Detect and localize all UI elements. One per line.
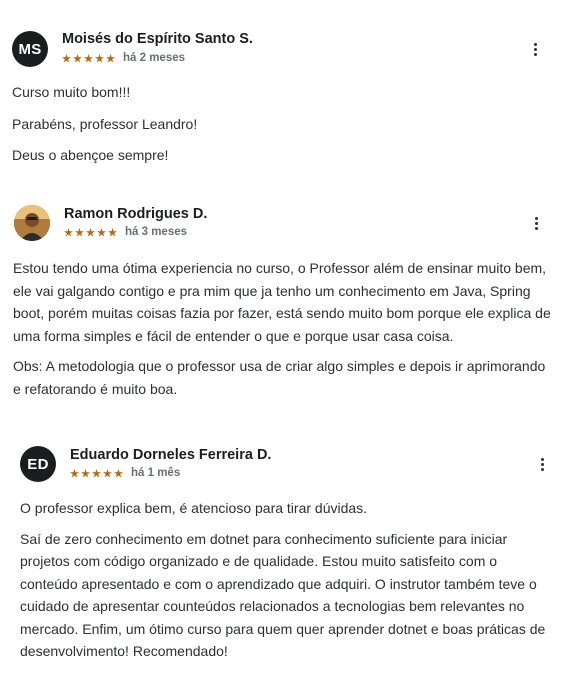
review-meta: há 1 mês <box>70 467 180 479</box>
avatar: ED <box>20 446 56 482</box>
star-icon <box>92 468 101 478</box>
star-icon <box>70 468 79 478</box>
review-card: ED Eduardo Dorneles Ferreira D. há 1 mês… <box>0 0 564 680</box>
star-icon <box>103 468 112 478</box>
reviewer-name: Eduardo Dorneles Ferreira D. <box>70 447 272 463</box>
review-paragraph: O professor explica bem, é atencioso par… <box>20 500 368 516</box>
more-options-icon[interactable] <box>534 455 550 473</box>
review-time: há 1 mês <box>131 467 181 479</box>
review-paragraph: Saí de zero conhecimento em dotnet para … <box>20 530 546 660</box>
star-icon <box>114 468 123 478</box>
review-text: O professor explica bem, é atencioso par… <box>20 497 552 671</box>
rating-stars <box>70 468 123 478</box>
star-icon <box>81 468 90 478</box>
